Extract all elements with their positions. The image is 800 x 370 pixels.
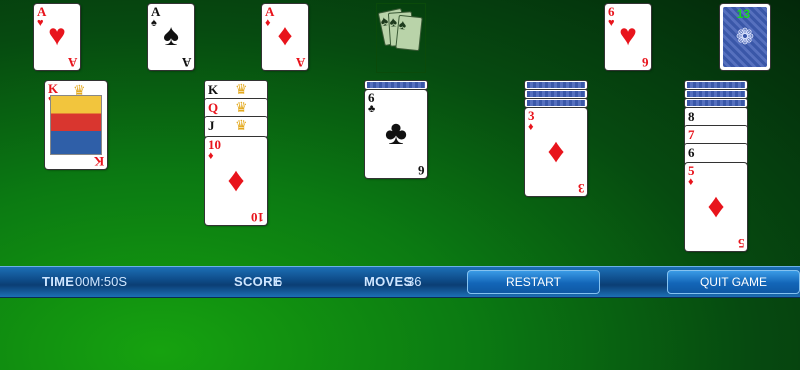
tableau-col2-card-k[interactable]: K ♛ <box>205 81 267 101</box>
card-rank: A <box>181 55 191 70</box>
tableau-col2-top[interactable]: 10 ♦ ♦ 10 <box>205 137 267 225</box>
tableau-col4-facedown <box>525 99 587 107</box>
card-rank: 10 <box>251 210 264 225</box>
restart-button[interactable]: RESTART <box>467 270 600 294</box>
card-rank: A <box>67 55 77 70</box>
diamond-icon: ♦ <box>707 187 725 225</box>
faded-card: ♠ <box>395 14 423 52</box>
tableau-col2-card-j[interactable]: J ♛ <box>205 117 267 137</box>
card-rank: A <box>295 55 305 70</box>
crown-icon: ♛ <box>235 99 248 115</box>
tableau-col5-facedown <box>685 90 747 98</box>
time-value: 00M:50S <box>75 274 128 289</box>
diamond-icon: ♦ <box>688 176 694 188</box>
moves-label: MOVES <box>364 274 413 289</box>
diamond-icon: ♦ <box>547 132 565 170</box>
crown-icon: ♛ <box>235 117 248 133</box>
moves-value: 36 <box>407 274 422 289</box>
card-back-pattern <box>527 82 585 88</box>
waste-card[interactable]: 6 ♥ ♥ 6 <box>605 4 651 70</box>
card-rank: 7 <box>688 127 695 142</box>
score-value: 6 <box>275 274 283 289</box>
crown-icon: ♛ <box>235 81 248 97</box>
card-back-pattern <box>687 82 745 88</box>
foundation-4[interactable]: ♠ ♠ ♠ <box>376 3 426 73</box>
card-rank: Q <box>208 100 219 115</box>
time-label: TIME <box>42 274 75 289</box>
card-rank: K <box>208 82 219 97</box>
king-portrait <box>50 95 102 155</box>
tableau-col4-top[interactable]: 3 ♦ ♦ 3 <box>525 108 587 196</box>
card-rank: 5 <box>737 236 745 251</box>
tableau-col5-top[interactable]: 5 ♦ ♦ 5 <box>685 163 747 251</box>
tableau-col3-top[interactable]: 6 ♣ ♣ 6 <box>365 90 427 178</box>
tableau-col4-facedown <box>525 81 587 89</box>
diamond-icon: ♦ <box>277 19 293 52</box>
stock-pile[interactable]: ❁ 13 <box>720 4 770 70</box>
card-rank: 6 <box>417 163 425 178</box>
tableau-col1-card[interactable]: K ♥ ♛ K <box>45 81 107 169</box>
spade-icon: ♠ <box>163 19 179 52</box>
status-bar: TIME 00M:50S SCORE 6 MOVES 36 RESTART QU… <box>0 266 800 298</box>
card-rank: 6 <box>641 55 649 70</box>
stock-count: 13 <box>736 7 750 21</box>
card-rank: 8 <box>688 109 695 124</box>
card-back-pattern <box>687 91 745 97</box>
card-rank: 6 <box>688 145 695 160</box>
crown-icon: ♛ <box>73 82 86 98</box>
diamond-icon: ♦ <box>227 161 245 199</box>
foundation-3[interactable]: A ♦ ♦ A <box>262 4 308 70</box>
card-rank: K <box>93 154 104 169</box>
spade-icon: ♠ <box>388 13 398 30</box>
diamond-icon: ♦ <box>208 150 214 162</box>
club-icon: ♣ <box>384 114 408 152</box>
spade-icon: ♠ <box>398 15 408 33</box>
tableau-col5-card-6[interactable]: 6 <box>685 144 747 164</box>
foundation-1[interactable]: A ♥ ♥ A <box>34 4 80 70</box>
card-back-pattern <box>527 91 585 97</box>
club-icon: ♣ <box>368 103 376 115</box>
card-back-pattern <box>687 100 745 106</box>
quit-game-button[interactable]: QUIT GAME <box>667 270 800 294</box>
tableau-col5-facedown <box>685 81 747 89</box>
ornament-icon: ❁ <box>735 24 755 49</box>
tableau-col3-facedown <box>365 81 427 89</box>
tableau-col4-facedown <box>525 90 587 98</box>
tableau-col2-card-q[interactable]: Q ♛ <box>205 99 267 119</box>
tableau-col5-card-8[interactable]: 8 <box>685 108 747 128</box>
diamond-icon: ♦ <box>528 121 534 133</box>
tableau-col5-card-7[interactable]: 7 <box>685 126 747 146</box>
card-back-pattern <box>367 82 425 88</box>
card-rank: 3 <box>577 181 585 196</box>
heart-icon: ♥ <box>48 19 66 52</box>
heart-icon: ♥ <box>619 19 637 52</box>
card-rank: J <box>208 118 215 133</box>
tableau-col5-facedown <box>685 99 747 107</box>
foundation-2[interactable]: A ♠ ♠ A <box>148 4 194 70</box>
card-back-pattern <box>527 100 585 106</box>
